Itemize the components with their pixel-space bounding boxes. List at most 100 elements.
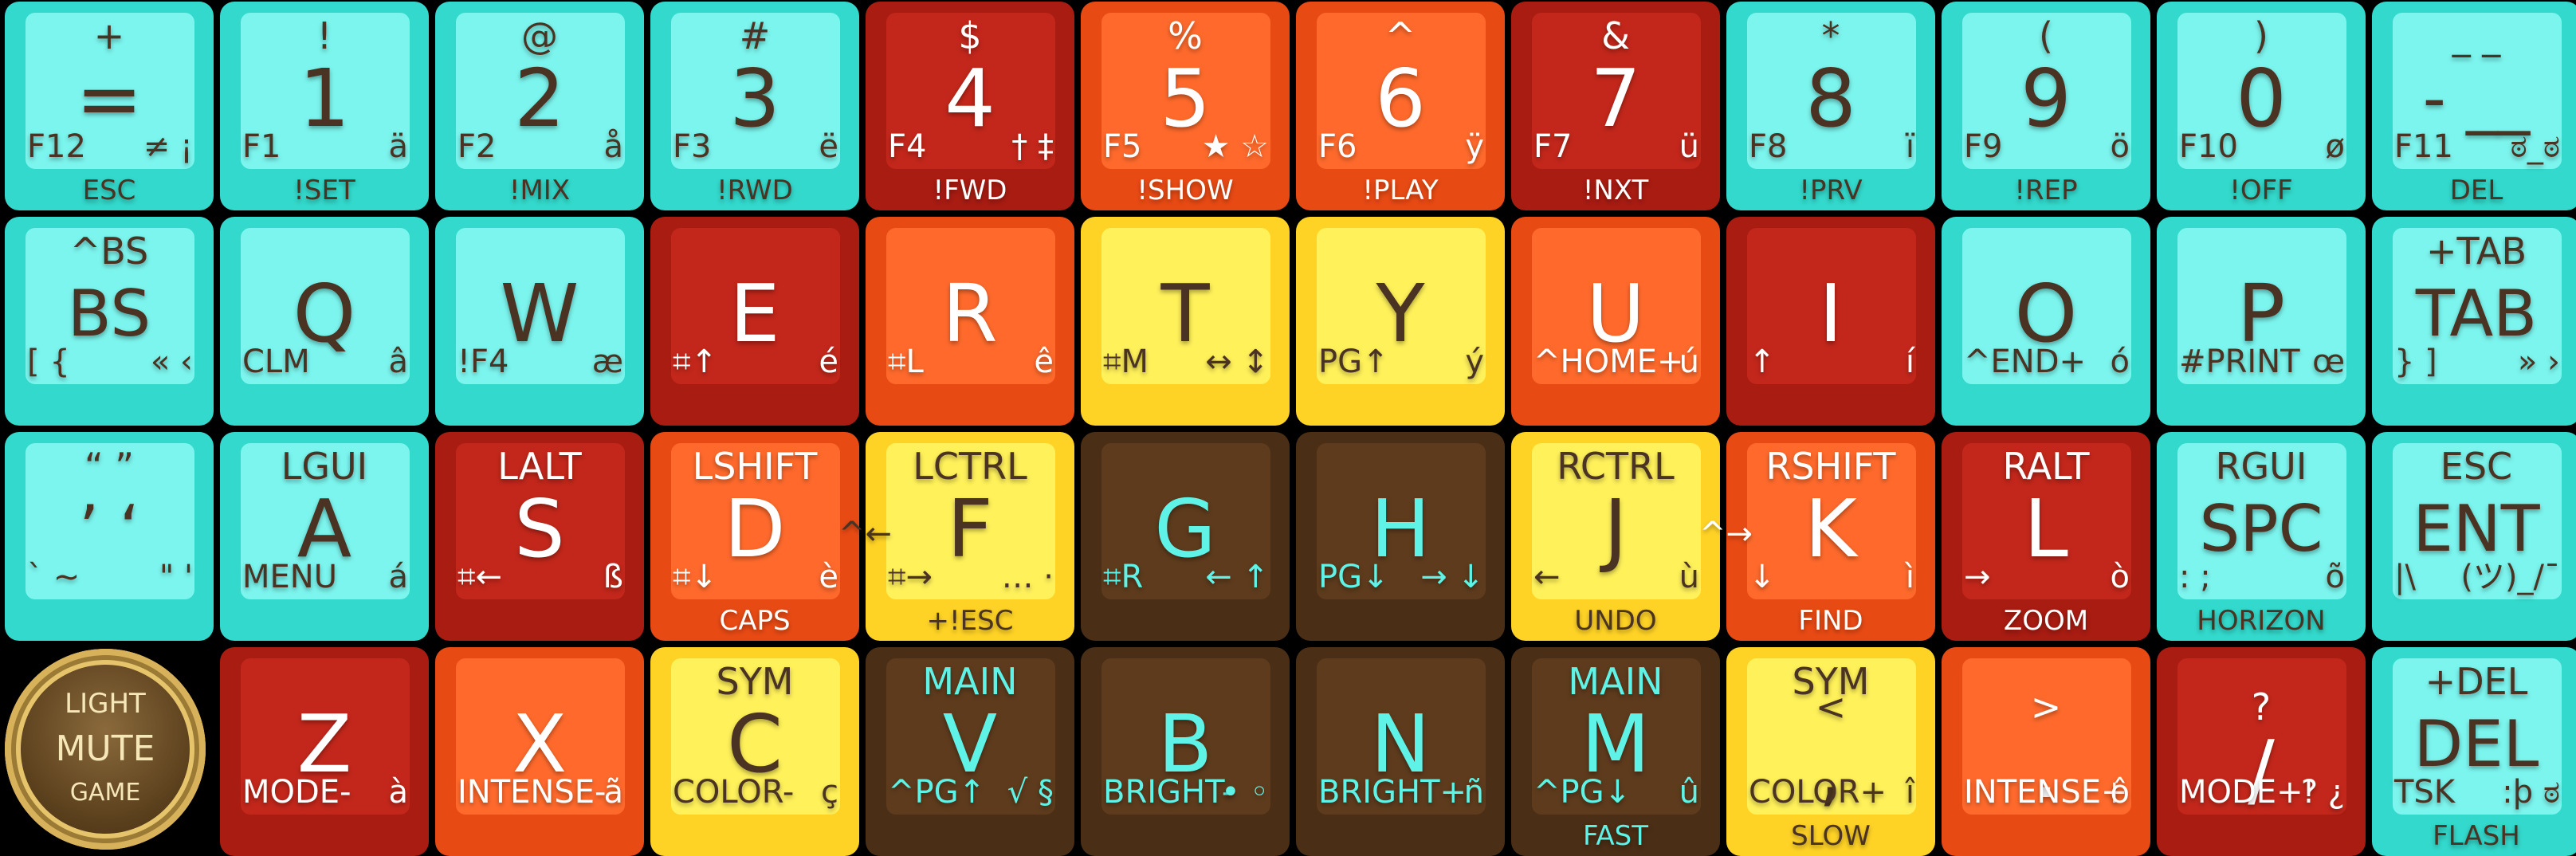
key-4[interactable]: $4 F4 † ‡ !FWD xyxy=(866,2,1074,210)
key-k[interactable]: RSHIFT K ↓ ì FIND ^→ xyxy=(1699,432,1935,641)
key-p[interactable]: P #PRINT œ xyxy=(2157,217,2366,426)
keyboard-layout: LIGHT MUTE GAME + = F12 ≠ ¡ ESC! 1 F1 ä !SET @2 F2… xyxy=(0,0,2576,856)
key-comma[interactable]: SYM, < COLOR+ î SLOW xyxy=(1726,647,1935,856)
key-t[interactable]: T ⌗M ↔ ↕ xyxy=(1081,217,1290,426)
key-main-legend: ’ ‘ xyxy=(78,492,140,566)
key-bottom-left-legend: TSK xyxy=(2394,774,2456,811)
key-s[interactable]: LALT S ⌗← ß xyxy=(435,432,644,641)
key-f[interactable]: LCTRL F ⌗→ … · +!ESC ^← xyxy=(838,432,1074,641)
key-b[interactable]: B BRIGHT- • ◦ xyxy=(1081,647,1290,856)
key-top-legend: RGUI xyxy=(2215,445,2307,488)
key-bottom-right-legend: õ xyxy=(2325,559,2345,595)
key-bottom-right-legend: ↔ ↕ xyxy=(1205,344,1269,380)
key-bottom-right-legend: é xyxy=(819,344,838,380)
key-v[interactable]: MAIN V ^PG↑ √ § xyxy=(866,647,1074,856)
key-2[interactable]: @2 F2 å !MIX xyxy=(435,2,644,210)
key-bottom-right-legend: ≠ ¡ xyxy=(143,128,193,165)
key-main-legend: S xyxy=(514,482,565,575)
key-ent[interactable]: ESC ENT |\ (ツ)_/¯ xyxy=(2372,432,2576,641)
key-5[interactable]: % 5 F5 ★ ☆ !SHOW xyxy=(1081,2,1290,210)
key-o[interactable]: O ^END+ ó xyxy=(1942,217,2150,426)
key-bottom-right-legend: … · xyxy=(1001,559,1054,595)
rotary-knob[interactable]: LIGHT MUTE GAME xyxy=(5,649,206,850)
key-bottom-left-legend: F4 xyxy=(888,128,927,165)
key-top-legend: RALT xyxy=(2002,445,2090,488)
key-bottom-right-legend: œ xyxy=(2312,344,2345,380)
key-main-legend: 7 xyxy=(1590,52,1641,145)
key-main-legend: 2 xyxy=(514,52,565,145)
key-h[interactable]: H PG↓ → ↓ xyxy=(1296,432,1505,641)
key-bottom-label: !MIX xyxy=(509,175,571,206)
key-bottom-right-legend: ÿ xyxy=(1465,128,1484,165)
key-main-legend: 1 xyxy=(299,52,350,145)
key-j[interactable]: RCTRL J ← ù UNDO xyxy=(1511,432,1720,641)
knob-bottom-label: GAME xyxy=(69,779,141,807)
key-6[interactable]: ^ 6 F6 ÿ !PLAY xyxy=(1296,2,1505,210)
key-bottom-left-legend: F11 xyxy=(2394,128,2453,165)
key-1[interactable]: ! 1 F1 ä !SET xyxy=(220,2,429,210)
key-main-legend: D xyxy=(724,482,786,575)
key-bottom-left-legend: F10 xyxy=(2179,128,2238,165)
key-bottom-left-legend: MODE+ xyxy=(2179,774,2303,811)
key-3[interactable]: #3 F3 ë !RWD xyxy=(650,2,859,210)
key-i[interactable]: I ↑ í xyxy=(1726,217,1935,426)
key-z[interactable]: Z MODE-à xyxy=(220,647,429,856)
key-main-legend: V xyxy=(942,697,998,791)
key-bottom-right-legend: â xyxy=(388,344,408,380)
key-bottom-right-legend: ë xyxy=(819,128,838,165)
key-top-legend: # xyxy=(739,14,771,57)
key-bottom-right-legend: ö xyxy=(2110,128,2130,165)
key-bottom-right-legend: ý xyxy=(1465,344,1484,380)
key-n[interactable]: N BRIGHT+ ñ xyxy=(1296,647,1505,856)
key-bottom-left-legend: ^PG↑ xyxy=(888,774,986,811)
key-a[interactable]: LGUI A MENU á xyxy=(220,432,429,641)
key-slash[interactable]: /? MODE+ ‽ ¿ xyxy=(2157,647,2366,856)
key-q[interactable]: Q CLM â xyxy=(220,217,429,426)
key-equals[interactable]: + = F12 ≠ ¡ ESC xyxy=(5,2,214,210)
key-bottom-left-legend: ↓ xyxy=(1749,559,1776,595)
key-bs[interactable]: ^BS BS[ {« ‹ xyxy=(5,217,214,426)
key-y[interactable]: Y PG↑ ý xyxy=(1296,217,1505,426)
key-minus[interactable]: _ _ - __ F11 ಠ_ಠ DEL xyxy=(2372,2,2576,210)
key-d[interactable]: LSHIFT D ⌗↓ è CAPS xyxy=(650,432,859,641)
key-bottom-label: ESC xyxy=(82,175,136,206)
key-del[interactable]: +DEL DEL TSK:þ ಠ FLASH xyxy=(2372,647,2576,856)
key-9[interactable]: (9 F9 ö !REP xyxy=(1942,2,2150,210)
key-bottom-right-legend: (ツ)_/¯ xyxy=(2460,559,2560,595)
key-top-legend: SYM xyxy=(716,660,794,703)
key-main-legend: R xyxy=(942,267,998,360)
key-top-legend: RSHIFT xyxy=(1765,445,1896,488)
key-bottom-right-legend: » › xyxy=(2517,344,2560,380)
key-period[interactable]: . > INTENSE+ ô xyxy=(1942,647,2150,856)
key-bottom-right-legend: ù xyxy=(1679,559,1699,595)
key-bottom-left-legend: PG↓ xyxy=(1318,559,1389,595)
key-u[interactable]: U ^HOME+ ú xyxy=(1511,217,1720,426)
key-g[interactable]: G ⌗R ← ↑ xyxy=(1081,432,1290,641)
key-7[interactable]: & 7 F7 ü !NXT xyxy=(1511,2,1720,210)
key-bottom-left-legend: ⌗R xyxy=(1103,559,1144,595)
key-l[interactable]: RALT L → ò ZOOM xyxy=(1942,432,2150,641)
key-r[interactable]: R ⌗L ê xyxy=(866,217,1074,426)
key-w[interactable]: W !F4 æ xyxy=(435,217,644,426)
key-0[interactable]: ) 0 F10 ø !OFF xyxy=(2157,2,2366,210)
key-quote[interactable]: “ ”’ ‘` ~ " ' xyxy=(5,432,214,641)
key-top-legend: ( xyxy=(2039,14,2053,57)
key-bottom-left-legend: F2 xyxy=(457,128,497,165)
key-c[interactable]: SYM C COLOR-ç xyxy=(650,647,859,856)
key-bottom-label: +!ESC xyxy=(926,605,1014,637)
key-main-legend: B xyxy=(1157,697,1213,791)
key-top-legend: * xyxy=(1821,14,1840,57)
key-main-legend: W xyxy=(500,267,579,360)
key-8[interactable]: * 8 F8 ï !PRV xyxy=(1726,2,1935,210)
key-main-legend: - __ xyxy=(2422,61,2531,135)
key-spc[interactable]: RGUI SPC: ; õ HORIZON xyxy=(2157,432,2366,641)
key-e[interactable]: E ⌗↑ é xyxy=(650,217,859,426)
key-tab[interactable]: +TAB TAB} ] » › xyxy=(2372,217,2576,426)
key-bottom-label: UNDO xyxy=(1574,605,1657,637)
key-x[interactable]: X INTENSE-ã xyxy=(435,647,644,856)
key-side-legend: ^← xyxy=(838,516,893,552)
key-main-legend: J xyxy=(1604,482,1628,575)
key-bottom-right-legend: è xyxy=(819,559,838,595)
key-bottom-right-legend: ß xyxy=(603,559,623,595)
key-m[interactable]: MAIN M ^PG↓ û FAST xyxy=(1511,647,1720,856)
